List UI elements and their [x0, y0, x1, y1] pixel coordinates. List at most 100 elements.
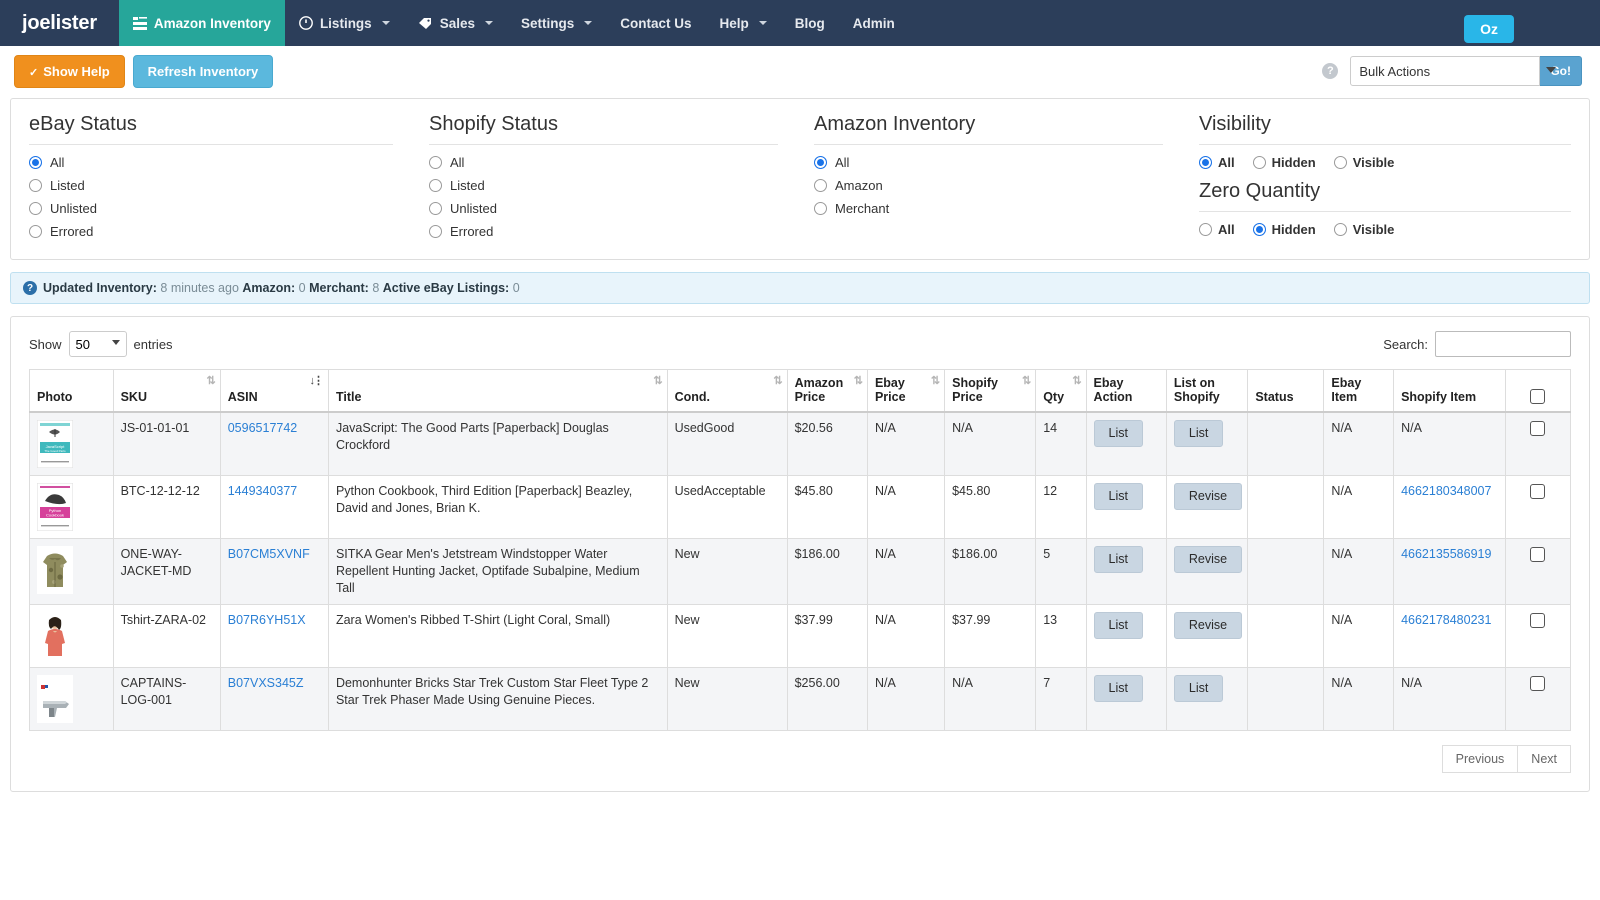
nav-item-listings[interactable]: Listings — [285, 0, 404, 46]
question-mark-icon[interactable]: ? — [1322, 63, 1338, 79]
column-header-title[interactable]: Title⇅ — [328, 370, 667, 413]
cell-condition: New — [667, 605, 787, 668]
column-header-label: Shopify Item — [1401, 390, 1476, 404]
column-header-amazon-price[interactable]: Amazon Price⇅ — [787, 370, 867, 413]
radio-label: Hidden — [1272, 222, 1316, 237]
cell-shopify-action: Revise — [1166, 539, 1247, 605]
sort-both-icon[interactable]: ⇅ — [653, 376, 660, 387]
nav-item-contact-us[interactable]: Contact Us — [606, 0, 705, 46]
nav-item-blog[interactable]: Blog — [781, 0, 839, 46]
column-header-status: Status — [1248, 370, 1324, 413]
radio-zero-quantity-all[interactable]: All — [1199, 222, 1235, 237]
cell-photo — [30, 668, 114, 731]
column-header-ebay-item: Ebay Item — [1324, 370, 1394, 413]
radio-ebay-status-errored[interactable]: Errored — [29, 224, 393, 239]
column-header-label: Qty — [1043, 390, 1064, 404]
asin-link[interactable]: B07CM5XVNF — [228, 547, 310, 561]
nav-item-settings[interactable]: Settings — [507, 0, 606, 46]
action-toolbar: ✓Show Help Refresh Inventory ? Bulk Acti… — [0, 46, 1600, 96]
sort-desc-icon[interactable]: ↓⋮ — [309, 376, 322, 387]
ebay-action-button[interactable]: List — [1094, 546, 1143, 573]
column-header-qty[interactable]: Qty ⇅ — [1036, 370, 1086, 413]
radio-shopify-status-errored[interactable]: Errored — [429, 224, 778, 239]
search-control: Search: — [1383, 331, 1571, 357]
cell-amazon-price: $186.00 — [787, 539, 867, 605]
asin-link[interactable]: 1449340377 — [228, 484, 298, 498]
shopify-item-link[interactable]: 4662180348007 — [1401, 484, 1491, 498]
column-header-list-on-shopify: List on Shopify — [1166, 370, 1247, 413]
radio-ebay-status-all[interactable]: All — [29, 155, 393, 170]
bulk-actions-go-button[interactable]: Go! — [1540, 56, 1582, 86]
row-select-checkbox[interactable] — [1530, 421, 1545, 436]
sort-both-icon[interactable]: ⇅ — [1022, 376, 1029, 387]
radio-ebay-status-listed[interactable]: Listed — [29, 178, 393, 193]
tag-icon — [418, 17, 433, 30]
asin-link[interactable]: B07VXS345Z — [228, 676, 304, 690]
radio-label: All — [450, 155, 464, 170]
shopify-item-link[interactable]: 4662178480231 — [1401, 613, 1491, 627]
refresh-inventory-button[interactable]: Refresh Inventory — [133, 55, 274, 88]
column-header-shopify-price[interactable]: Shopify Price⇅ — [945, 370, 1036, 413]
select-all-header[interactable] — [1505, 370, 1571, 413]
sort-both-icon[interactable]: ⇅ — [207, 376, 214, 387]
select-all-checkbox[interactable] — [1530, 389, 1545, 404]
asin-link[interactable]: B07R6YH51X — [228, 613, 306, 627]
shopify-action-button[interactable]: Revise — [1174, 546, 1242, 573]
asin-link[interactable]: 0596517742 — [228, 421, 298, 435]
search-input[interactable] — [1435, 331, 1571, 357]
user-menu-button[interactable]: Oz — [1464, 15, 1514, 43]
nav-item-sales[interactable]: Sales — [404, 0, 507, 46]
column-header-sku[interactable]: SKU⇅ — [113, 370, 220, 413]
row-select-checkbox[interactable] — [1530, 547, 1545, 562]
radio-visibility-all[interactable]: All — [1199, 155, 1235, 170]
column-header-cond[interactable]: Cond.⇅ — [667, 370, 787, 413]
radio-zero-quantity-hidden[interactable]: Hidden — [1253, 222, 1316, 237]
shopify-action-button[interactable]: Revise — [1174, 612, 1242, 639]
bulk-actions-select[interactable]: Bulk Actions — [1350, 56, 1540, 86]
radio-amazon-inventory-all[interactable]: All — [814, 155, 1163, 170]
radio-visibility-hidden[interactable]: Hidden — [1253, 155, 1316, 170]
column-header-asin[interactable]: ASIN↓⋮ — [220, 370, 328, 413]
sort-both-icon[interactable]: ⇅ — [1072, 376, 1079, 387]
ebay-action-button[interactable]: List — [1094, 483, 1143, 510]
radio-amazon-inventory-merchant[interactable]: Merchant — [814, 201, 1163, 216]
page-length-select[interactable]: 50 — [69, 331, 127, 357]
sort-both-icon[interactable]: ⇅ — [854, 376, 861, 387]
nav-item-admin[interactable]: Admin — [839, 0, 909, 46]
updated-inventory-label: Updated Inventory: — [43, 281, 157, 295]
radio-indicator — [1253, 156, 1266, 169]
radio-zero-quantity-visible[interactable]: Visible — [1334, 222, 1395, 237]
row-select-checkbox[interactable] — [1530, 484, 1545, 499]
radio-ebay-status-unlisted[interactable]: Unlisted — [29, 201, 393, 216]
shopify-action-button[interactable]: Revise — [1174, 483, 1242, 510]
radio-amazon-inventory-amazon[interactable]: Amazon — [814, 178, 1163, 193]
cell-shopify-item: N/A — [1394, 412, 1505, 476]
brand-logo[interactable]: joelister — [0, 0, 119, 46]
filter-group-shopify-status: Shopify Status AllListedUnlistedErrored — [411, 113, 796, 247]
shopify-action-button[interactable]: List — [1174, 675, 1223, 702]
row-select-checkbox[interactable] — [1530, 676, 1545, 691]
ebay-action-button[interactable]: List — [1094, 612, 1143, 639]
ebay-action-button[interactable]: List — [1094, 675, 1143, 702]
condition-value: UsedAcceptable — [675, 484, 766, 498]
sort-both-icon[interactable]: ⇅ — [773, 376, 780, 387]
shopify-item-link[interactable]: 4662135586919 — [1401, 547, 1491, 561]
cell-amazon-price: $20.56 — [787, 412, 867, 476]
pagination-previous-button[interactable]: Previous — [1442, 745, 1519, 773]
sort-both-icon[interactable]: ⇅ — [931, 376, 938, 387]
radio-visibility-visible[interactable]: Visible — [1334, 155, 1395, 170]
radio-shopify-status-unlisted[interactable]: Unlisted — [429, 201, 778, 216]
amazon-price-value: $256.00 — [795, 676, 840, 690]
column-header-ebay-price[interactable]: Ebay Price⇅ — [867, 370, 944, 413]
nav-item-amazon-inventory[interactable]: Amazon Inventory — [119, 0, 285, 46]
pagination-next-button[interactable]: Next — [1518, 745, 1571, 773]
ebay-action-button[interactable]: List — [1094, 420, 1143, 447]
radio-shopify-status-all[interactable]: All — [429, 155, 778, 170]
cell-qty: 14 — [1036, 412, 1086, 476]
nav-item-help[interactable]: Help — [706, 0, 781, 46]
radio-shopify-status-listed[interactable]: Listed — [429, 178, 778, 193]
cell-shopify-action: List — [1166, 668, 1247, 731]
row-select-checkbox[interactable] — [1530, 613, 1545, 628]
show-help-button[interactable]: ✓Show Help — [14, 55, 125, 88]
shopify-action-button[interactable]: List — [1174, 420, 1223, 447]
